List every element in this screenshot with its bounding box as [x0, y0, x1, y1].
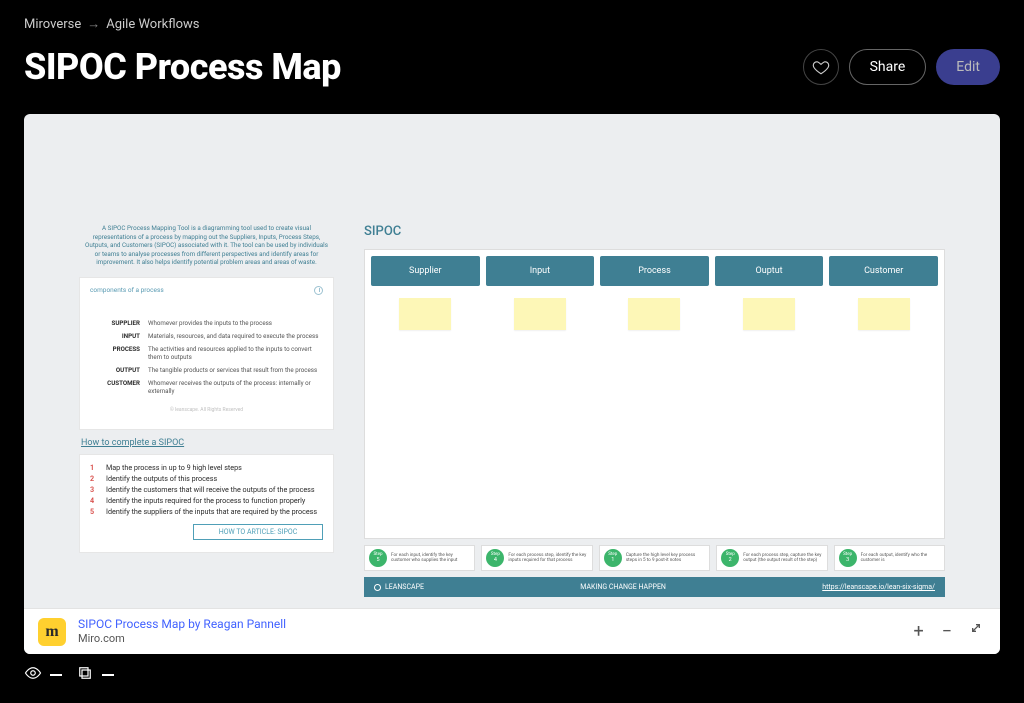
sipoc-heading: SIPOC [364, 224, 945, 239]
attribution-title[interactable]: SIPOC Process Map by Reagan Pannell [78, 617, 286, 632]
board-canvas[interactable]: A SIPOC Process Mapping Tool is a diagra… [24, 114, 1000, 654]
views-placeholder [50, 674, 62, 676]
how-step-number: 5 [90, 507, 100, 516]
step-badge: Step4 [486, 549, 504, 567]
leanscape-logo-icon [374, 584, 381, 591]
sipoc-column-header: Supplier [371, 256, 480, 286]
definitions-card: components of a process Supplier Whomever… [79, 277, 334, 430]
definition-desc: Whomever provides the inputs to the proc… [148, 319, 323, 327]
sipoc-column: Supplier [371, 256, 480, 532]
sipoc-hint: Step2 For each process step, capture the … [716, 545, 827, 571]
footer-link[interactable]: https://leanscape.io/lean-six-sigma/ [822, 583, 935, 591]
edit-button[interactable]: Edit [936, 49, 1000, 85]
sipoc-hint: Step5 For each input, identify the key cu… [364, 545, 475, 571]
how-step-text: Map the process in up to 9 high level st… [106, 463, 242, 472]
definition-term: Supplier [90, 319, 140, 327]
step-hint-text: For each process step, identify the key … [508, 553, 587, 564]
sticky-note[interactable] [628, 298, 680, 330]
sipoc-footer: LEANSCAPE MAKING CHANGE HAPPEN https://l… [364, 577, 945, 597]
step-badge: Step3 [839, 549, 857, 567]
definition-term: Process [90, 345, 140, 361]
step-badge: Step5 [369, 549, 387, 567]
definition-desc: Materials, resources, and data required … [148, 332, 323, 340]
how-step-text: Identify the inputs required for the pro… [106, 496, 305, 505]
step-badge: Step1 [604, 549, 622, 567]
definition-desc: Whomever receives the outputs of the pro… [148, 379, 323, 395]
sipoc-column-header: Ouptut [715, 256, 824, 286]
definitions-footnote: © leanscape. All Rights Reserved [90, 407, 323, 413]
how-step: 5 Identify the suppliers of the inputs th… [90, 507, 323, 516]
attribution-bar: m SIPOC Process Map by Reagan Pannell Mi… [24, 608, 1000, 654]
how-step: 2 Identify the outputs of this process [90, 474, 323, 483]
expand-icon [970, 622, 986, 638]
how-step-number: 2 [90, 474, 100, 483]
sticky-note[interactable] [858, 298, 910, 330]
how-card: 1 Map the process in up to 9 high level s… [79, 454, 334, 553]
copies-placeholder [102, 674, 114, 676]
how-step: 4 Identify the inputs required for the pr… [90, 496, 323, 505]
definition-row: Process The activities and resources appl… [90, 345, 323, 361]
page-status-row [0, 654, 1024, 686]
how-step-text: Identify the outputs of this process [106, 474, 217, 483]
how-title[interactable]: How to complete a SIPOC [79, 438, 334, 448]
definition-row: Supplier Whomever provides the inputs to … [90, 319, 323, 327]
how-step-text: Identify the suppliers of the inputs tha… [106, 507, 317, 516]
how-step: 3 Identify the customers that will receiv… [90, 485, 323, 494]
attribution-source: Miro.com [78, 632, 286, 646]
views-icon [24, 664, 42, 686]
sipoc-hint: Step4 For each process step, identify the… [481, 545, 592, 571]
definition-term: Customer [90, 379, 140, 395]
copies-icon [76, 664, 94, 686]
how-step-number: 3 [90, 485, 100, 494]
how-step-number: 4 [90, 496, 100, 505]
definition-desc: The activities and resources applied to … [148, 345, 323, 361]
sipoc-step-hints: Step5 For each input, identify the key cu… [364, 545, 945, 571]
sipoc-hint: Step1 Capture the high level key process … [599, 545, 710, 571]
definition-term: Input [90, 332, 140, 340]
definition-row: Output The tangible products or services … [90, 366, 323, 374]
how-article-button[interactable]: HOW TO ARTICLE: SIPOC [193, 524, 323, 540]
definition-row: Input Materials, resources, and data requ… [90, 332, 323, 340]
sipoc-column: Input [486, 256, 595, 532]
sipoc-column: Process [600, 256, 709, 532]
sipoc-column-header: Process [600, 256, 709, 286]
favorite-button[interactable] [803, 49, 839, 85]
sipoc-column: Ouptut [715, 256, 824, 532]
breadcrumb-section[interactable]: Agile Workflows [106, 17, 199, 32]
clock-icon [314, 286, 323, 295]
sticky-note[interactable] [743, 298, 795, 330]
breadcrumb-arrow: → [87, 16, 100, 32]
zoom-out-button[interactable]: − [942, 623, 952, 641]
zoom-in-button[interactable]: + [913, 623, 923, 641]
sipoc-column: Customer [829, 256, 938, 532]
step-hint-text: For each output, identify who the custom… [861, 553, 940, 564]
sipoc-hint: Step3 For each output, identify who the c… [834, 545, 945, 571]
definition-term: Output [90, 366, 140, 374]
definition-row: Customer Whomever receives the outputs of… [90, 379, 323, 395]
how-step: 1 Map the process in up to 9 high level s… [90, 463, 323, 472]
sipoc-column-header: Input [486, 256, 595, 286]
footer-tagline: MAKING CHANGE HAPPEN [580, 583, 666, 591]
step-badge: Step2 [721, 549, 739, 567]
sipoc-columns: SupplierInputProcessOuptutCustomer [364, 249, 945, 539]
share-button[interactable]: Share [849, 49, 927, 85]
how-step-text: Identify the customers that will receive… [106, 485, 315, 494]
step-hint-text: For each process step, capture the key o… [743, 553, 822, 564]
how-step-number: 1 [90, 463, 100, 472]
sticky-note[interactable] [514, 298, 566, 330]
breadcrumb: Miroverse → Agile Workflows [24, 16, 1000, 32]
intro-text: A SIPOC Process Mapping Tool is a diagra… [79, 224, 334, 273]
page-title: SIPOC Process Map [24, 46, 341, 88]
footer-brand: LEANSCAPE [385, 583, 424, 591]
step-hint-text: For each input, identify the key custome… [391, 553, 470, 564]
definition-desc: The tangible products or services that r… [148, 366, 323, 374]
heart-icon [812, 58, 830, 76]
fullscreen-button[interactable] [970, 622, 986, 642]
sticky-note[interactable] [399, 298, 451, 330]
miro-logo-icon[interactable]: m [38, 618, 66, 646]
breadcrumb-root[interactable]: Miroverse [24, 17, 81, 32]
sipoc-column-header: Customer [829, 256, 938, 286]
step-hint-text: Capture the high level key process steps… [626, 553, 705, 564]
definitions-title: components of a process [90, 286, 164, 294]
